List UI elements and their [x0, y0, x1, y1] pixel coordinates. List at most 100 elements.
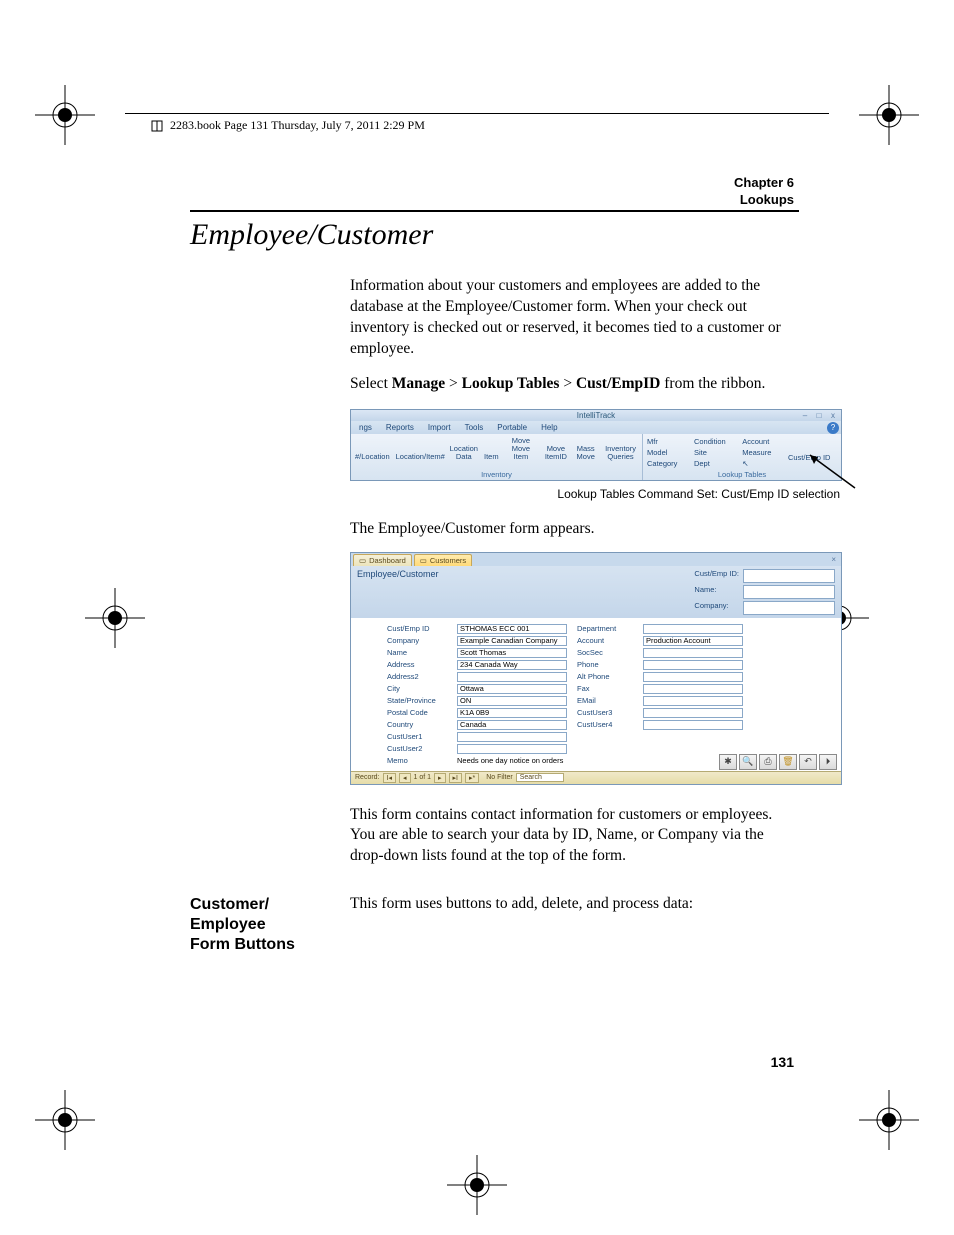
- field-label: Department: [577, 624, 633, 634]
- ribbon-item[interactable]: Measure: [742, 448, 778, 457]
- field-label: Address: [387, 660, 447, 670]
- field-label: Alt Phone: [577, 672, 633, 682]
- field-input[interactable]: [457, 660, 567, 670]
- tab-icon: ▭: [359, 556, 366, 565]
- field-label: EMail: [577, 696, 633, 706]
- select-instruction: Select Manage > Lookup Tables > Cust/Emp…: [350, 374, 799, 395]
- ribbon-item-cust-emp-id[interactable]: Cust/Emp ID: [788, 453, 837, 462]
- nav-next-button[interactable]: ▸: [434, 773, 446, 783]
- field-input[interactable]: [643, 648, 743, 658]
- book-icon: [150, 119, 164, 133]
- chapter-title: Lookups: [734, 192, 794, 209]
- field-input[interactable]: [457, 636, 567, 646]
- field-input[interactable]: [457, 708, 567, 718]
- form-description: This form contains contact information f…: [350, 805, 799, 868]
- find-button[interactable]: 🔍: [739, 754, 757, 770]
- ribbon-group-label: Lookup Tables: [647, 470, 837, 479]
- field-input[interactable]: [643, 672, 743, 682]
- help-icon[interactable]: ?: [827, 422, 839, 434]
- crop-mark-icon: [447, 1155, 507, 1215]
- field-input[interactable]: [643, 684, 743, 694]
- field-input[interactable]: [457, 684, 567, 694]
- ribbon-item[interactable]: Inventory Queries: [603, 445, 638, 462]
- field-label: CustUser1: [387, 732, 447, 742]
- ribbon-tab[interactable]: Portable: [497, 423, 527, 432]
- field-input[interactable]: [643, 624, 743, 634]
- ribbon-item[interactable]: Dept: [694, 459, 732, 468]
- crop-mark-icon: [859, 85, 919, 145]
- ribbon-item[interactable]: Move ItemID: [543, 445, 568, 462]
- record-navigator: Record: I◂ ◂ 1 of 1 ▸ ▸I ▸* No Filter Se…: [351, 771, 841, 784]
- search-label: Name:: [694, 585, 739, 599]
- intro-paragraph: Information about your customers and emp…: [350, 276, 799, 360]
- field-label: CustUser4: [577, 720, 633, 730]
- nav-new-button[interactable]: ▸*: [465, 773, 479, 783]
- field-input[interactable]: [643, 708, 743, 718]
- crop-mark-icon: [85, 588, 145, 648]
- ribbon-tab[interactable]: Reports: [386, 423, 414, 432]
- search-label: Cust/Emp ID:: [694, 569, 739, 583]
- search-company-input[interactable]: [743, 601, 835, 615]
- ribbon-item[interactable]: #/Location: [355, 453, 390, 461]
- ribbon-tab[interactable]: ngs: [359, 423, 372, 432]
- close-button[interactable]: ⏵: [819, 754, 837, 770]
- field-input[interactable]: [643, 696, 743, 706]
- tab-customers[interactable]: ▭Customers: [414, 554, 472, 566]
- delete-button[interactable]: 🗑: [779, 754, 797, 770]
- nav-prev-button[interactable]: ◂: [399, 773, 411, 783]
- field-label: State/Province: [387, 696, 447, 706]
- ribbon-item[interactable]: Account: [742, 437, 778, 446]
- memo-value[interactable]: Needs one day notice on orders: [457, 756, 743, 765]
- no-filter-label: No Filter: [486, 774, 512, 781]
- new-record-button[interactable]: ✱: [719, 754, 737, 770]
- search-name-input[interactable]: [743, 585, 835, 599]
- ribbon-titlebar: IntelliTrack – □ x: [351, 410, 841, 421]
- ribbon-item[interactable]: Site: [694, 448, 732, 457]
- ribbon-item[interactable]: Mass Move: [574, 445, 597, 462]
- ribbon-item[interactable]: Model: [647, 448, 684, 457]
- ribbon-item[interactable]: Move Move Item: [505, 437, 538, 462]
- subsection-title: Customer/EmployeeForm Buttons: [190, 895, 330, 955]
- ribbon-item[interactable]: Condition: [694, 437, 732, 446]
- ribbon-group-lookup: Mfr Condition Account Model Site Measure…: [643, 434, 841, 480]
- nav-first-button[interactable]: I◂: [383, 773, 396, 783]
- field-input[interactable]: [457, 720, 567, 730]
- search-box[interactable]: Search: [516, 773, 564, 782]
- field-input[interactable]: [457, 732, 567, 742]
- print-button[interactable]: ⎙: [759, 754, 777, 770]
- undo-button[interactable]: ↶: [799, 754, 817, 770]
- ribbon-tab[interactable]: Tools: [465, 423, 484, 432]
- field-input[interactable]: [643, 660, 743, 670]
- field-input[interactable]: [643, 636, 743, 646]
- tab-dashboard[interactable]: ▭Dashboard: [353, 554, 412, 566]
- field-label: SocSec: [577, 648, 633, 658]
- search-custempid-input[interactable]: [743, 569, 835, 583]
- ribbon-group-inventory: #/Location Location/Item# Location Data …: [351, 434, 643, 480]
- close-icon[interactable]: x: [827, 411, 839, 421]
- ribbon-item[interactable]: Category: [647, 459, 684, 468]
- ribbon-item[interactable]: Location Data: [450, 445, 478, 462]
- field-input[interactable]: [457, 672, 567, 682]
- field-input[interactable]: [457, 696, 567, 706]
- page-number: 131: [771, 1054, 794, 1070]
- field-input[interactable]: [457, 744, 567, 754]
- ribbon-item[interactable]: Item: [484, 453, 499, 461]
- field-input[interactable]: [457, 624, 567, 634]
- nav-last-button[interactable]: ▸I: [449, 773, 462, 783]
- maximize-icon[interactable]: □: [813, 411, 825, 421]
- field-label: Account: [577, 636, 633, 646]
- ribbon-tab[interactable]: Import: [428, 423, 451, 432]
- crop-mark-icon: [35, 85, 95, 145]
- ribbon-tab[interactable]: Help: [541, 423, 557, 432]
- field-input[interactable]: [457, 648, 567, 658]
- field-label: CustUser2: [387, 744, 447, 754]
- ribbon-item[interactable]: Mfr: [647, 437, 684, 446]
- search-label: Company:: [694, 601, 739, 615]
- ribbon-item[interactable]: Location/Item#: [396, 453, 444, 461]
- minimize-icon[interactable]: –: [799, 411, 811, 421]
- crop-mark-icon: [859, 1090, 919, 1150]
- section-title: Employee/Customer: [190, 210, 799, 252]
- app-title: IntelliTrack: [577, 411, 615, 420]
- field-input[interactable]: [643, 720, 743, 730]
- close-tab-icon[interactable]: ×: [828, 554, 839, 566]
